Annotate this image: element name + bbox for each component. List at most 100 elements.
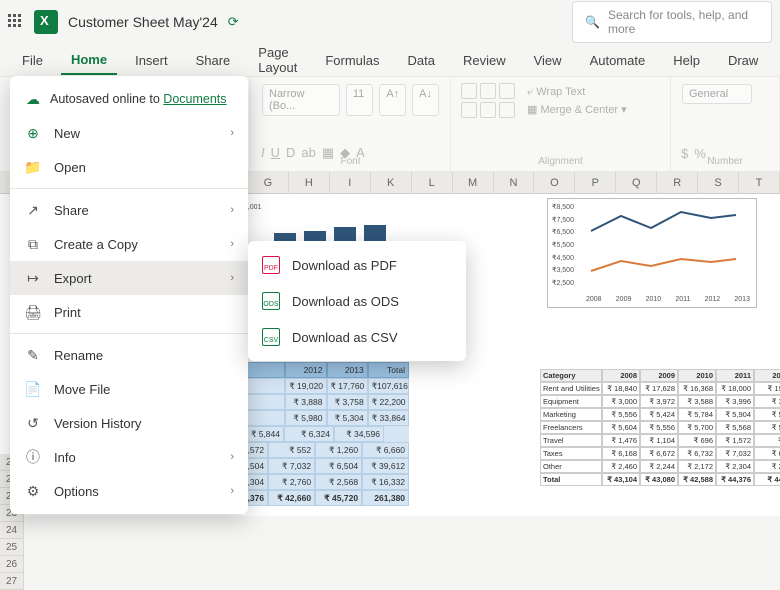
- csv-file-icon: CSV: [262, 328, 280, 346]
- search-box[interactable]: 🔍 Search for tools, help, and more: [572, 1, 772, 43]
- table-row[interactable]: Taxes₹ 6,168₹ 6,672₹ 6,732₹ 7,032₹ 6,5: [540, 447, 780, 460]
- copy-icon: ⧉: [24, 235, 42, 253]
- table-row[interactable]: Travel₹ 1,476₹ 1,104₹ 696₹ 1,572₹ 5: [540, 434, 780, 447]
- alignment-grid[interactable]: [461, 83, 515, 118]
- font-grow-icon[interactable]: A↑: [379, 84, 406, 116]
- menu-item-label: Share: [54, 203, 89, 218]
- export-ods[interactable]: ODSDownload as ODS: [248, 283, 466, 319]
- col-header[interactable]: P: [575, 172, 616, 193]
- search-placeholder: Search for tools, help, and more: [608, 8, 759, 36]
- chevron-right-icon: ›: [230, 127, 234, 139]
- tab-share[interactable]: Share: [186, 47, 241, 74]
- table-row[interactable]: ₹ 19,020₹ 17,760₹107,616: [244, 378, 409, 394]
- file-menu-new[interactable]: ⊕New›: [10, 116, 248, 150]
- tab-picture[interactable]: Picture: [776, 47, 780, 74]
- tab-home[interactable]: Home: [61, 46, 117, 75]
- menu-item-label: Open: [54, 160, 86, 175]
- cloud-check-icon: ☁: [24, 90, 42, 108]
- file-menu-version-history[interactable]: ↺Version History: [10, 406, 248, 440]
- file-menu-open[interactable]: 📁 Open: [10, 150, 248, 184]
- tab-formulas[interactable]: Formulas: [315, 47, 389, 74]
- file-menu-create-a-copy[interactable]: ⧉Create a Copy›: [10, 227, 248, 261]
- export-icon: ↦: [24, 269, 42, 287]
- col-header[interactable]: K: [371, 172, 412, 193]
- options-icon: ⚙: [24, 482, 42, 500]
- folder-icon: 📁: [24, 158, 42, 176]
- file-menu-share[interactable]: ↗ Share ›: [10, 193, 248, 227]
- table-row[interactable]: Equipment₹ 3,000₹ 3,972₹ 3,588₹ 3,996₹ 3…: [540, 395, 780, 408]
- table-row[interactable]: ₹ 5,980₹ 5,304₹ 33,864: [244, 410, 409, 426]
- export-item-label: Download as PDF: [292, 258, 397, 273]
- export-pdf[interactable]: PDF Download as PDF: [248, 247, 466, 283]
- file-menu-options[interactable]: ⚙Options›: [10, 474, 248, 508]
- tab-file[interactable]: File: [12, 47, 53, 74]
- tab-page-layout[interactable]: Page Layout: [248, 39, 307, 81]
- table-row[interactable]: Marketing₹ 5,556₹ 5,424₹ 5,784₹ 5,904₹ 5…: [540, 408, 780, 421]
- group-number-label: Number: [707, 156, 743, 167]
- share-icon: ↗: [24, 201, 42, 219]
- col-header[interactable]: S: [698, 172, 739, 193]
- col-header[interactable]: N: [494, 172, 535, 193]
- col-header[interactable]: G: [248, 172, 289, 193]
- file-menu-info[interactable]: ⓘInfo›: [10, 440, 248, 474]
- col-header[interactable]: O: [534, 172, 575, 193]
- document-title[interactable]: Customer Sheet May'24: [68, 14, 218, 30]
- rename-icon: ✎: [24, 346, 42, 364]
- row-header[interactable]: 24: [0, 522, 24, 539]
- strikethrough-icon[interactable]: ab: [301, 145, 315, 161]
- sync-status-icon[interactable]: ⟳: [228, 14, 239, 30]
- number-format-select[interactable]: General: [682, 84, 752, 104]
- tab-review[interactable]: Review: [453, 47, 516, 74]
- col-header[interactable]: Q: [616, 172, 657, 193]
- tab-insert[interactable]: Insert: [125, 47, 178, 74]
- table-row[interactable]: Rent and Utilities₹ 18,840₹ 17,628₹ 16,3…: [540, 382, 780, 395]
- col-header[interactable]: T: [739, 172, 780, 193]
- font-name-select[interactable]: Narrow (Bo...: [262, 84, 340, 116]
- history-icon: ↺: [24, 414, 42, 432]
- percent-icon[interactable]: %: [694, 146, 706, 161]
- col-header[interactable]: M: [453, 172, 494, 193]
- underline-icon[interactable]: U: [271, 145, 280, 161]
- wrap-text-button[interactable]: ⤶ Wrap Text: [527, 86, 627, 99]
- tab-draw[interactable]: Draw: [718, 47, 768, 74]
- info-icon: ⓘ: [24, 448, 42, 466]
- font-size-select[interactable]: 11: [346, 84, 373, 116]
- tab-automate[interactable]: Automate: [580, 47, 656, 74]
- table-row[interactable]: Total₹ 43,104₹ 43,080₹ 42,588₹ 44,376₹ 4…: [540, 473, 780, 486]
- col-header[interactable]: H: [289, 172, 330, 193]
- table-row[interactable]: Freelancers₹ 5,604₹ 5,556₹ 5,700₹ 5,568₹…: [540, 421, 780, 434]
- row-header[interactable]: 26: [0, 556, 24, 573]
- col-header[interactable]: R: [657, 172, 698, 193]
- row-header[interactable]: 25: [0, 539, 24, 556]
- italic-icon[interactable]: I: [261, 145, 265, 161]
- app-launcher-icon[interactable]: [8, 14, 24, 30]
- file-menu-move-file[interactable]: 📄Move File: [10, 372, 248, 406]
- table-row[interactable]: ₹ 3,888₹ 3,758₹ 22,200: [244, 394, 409, 410]
- tab-data[interactable]: Data: [398, 47, 445, 74]
- right-data-table[interactable]: Category20082009201020112012Rent and Uti…: [540, 369, 780, 486]
- currency-icon[interactable]: $: [681, 146, 688, 161]
- tab-help[interactable]: Help: [663, 47, 710, 74]
- border-icon[interactable]: ▦: [322, 145, 334, 161]
- table-row[interactable]: Other₹ 2,460₹ 2,244₹ 2,172₹ 2,304₹ 2,7: [540, 460, 780, 473]
- embedded-line-chart[interactable]: ₹8,500 ₹7,500 ₹6,500 ₹5,500 ₹4,500 ₹3,50…: [547, 198, 757, 308]
- tab-view[interactable]: View: [524, 47, 572, 74]
- chevron-right-icon: ›: [230, 238, 234, 250]
- pdf-file-icon: PDF: [262, 256, 280, 274]
- file-menu-rename[interactable]: ✎Rename: [10, 338, 248, 372]
- file-menu-print[interactable]: 🖨Print: [10, 295, 248, 329]
- search-icon: 🔍: [585, 15, 600, 29]
- file-menu-export[interactable]: ↦Export›: [10, 261, 248, 295]
- merge-center-button[interactable]: ▦ Merge & Center ▾: [527, 103, 627, 116]
- export-item-label: Download as CSV: [292, 330, 398, 345]
- export-csv[interactable]: CSV Download as CSV: [248, 319, 466, 355]
- chevron-right-icon: ›: [230, 204, 234, 216]
- col-header[interactable]: I: [330, 172, 371, 193]
- font-shrink-icon[interactable]: A↓: [412, 84, 439, 116]
- autosave-location-link[interactable]: Documents: [163, 92, 226, 106]
- double-underline-icon[interactable]: D: [286, 145, 295, 161]
- ribbon-tabs: File Home Insert Share Page Layout Formu…: [0, 44, 780, 76]
- menu-item-label: Print: [54, 305, 81, 320]
- row-header[interactable]: 27: [0, 573, 24, 590]
- col-header[interactable]: L: [412, 172, 453, 193]
